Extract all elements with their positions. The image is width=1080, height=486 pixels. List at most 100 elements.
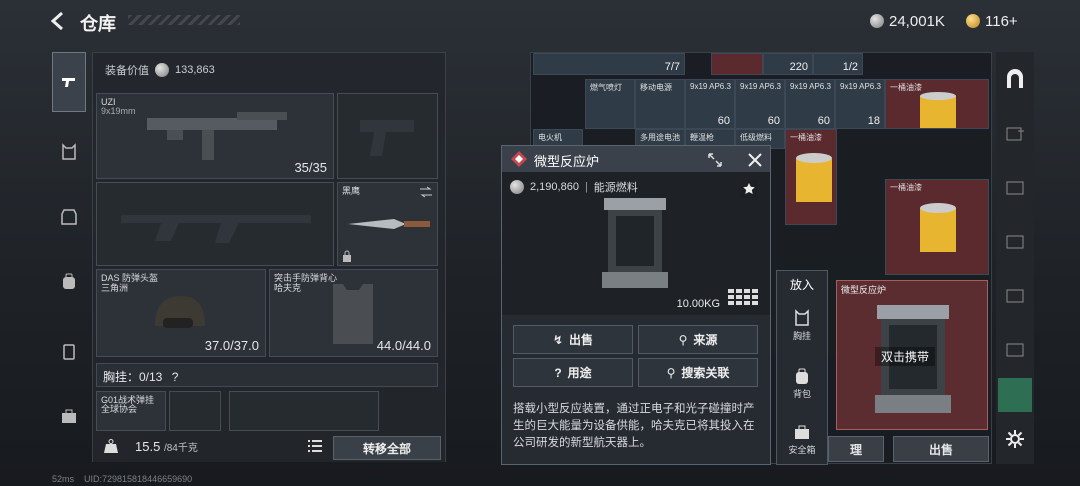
pouch-icon — [63, 344, 75, 360]
item-name: 9x19 AP6.3 — [740, 82, 781, 91]
tab-chest-rig[interactable] — [52, 132, 86, 172]
storage-arch-icon[interactable] — [1004, 68, 1026, 90]
storage-item[interactable]: 220 — [763, 53, 813, 75]
storage-item[interactable] — [711, 53, 763, 75]
helmet-sub: 三角洲 — [101, 283, 129, 293]
usage-button[interactable]: ? 用途 — [513, 358, 633, 387]
put-into-safe-box[interactable]: 安全箱 — [777, 423, 827, 456]
melee-name: 黑鹰 — [342, 186, 361, 196]
magnifier-icon: ⚲ — [666, 365, 676, 380]
help-icon[interactable]: ? — [172, 370, 179, 384]
expand-icon[interactable] — [707, 152, 723, 168]
armor-slot[interactable]: 突击手防弹背心 哈夫克 44.0/44.0 — [269, 269, 438, 357]
storage-item[interactable]: 7/7 — [533, 53, 685, 75]
tab-backpack[interactable] — [52, 262, 86, 302]
pistol-placeholder-icon — [360, 120, 414, 156]
search-related-label: 搜索关联 — [681, 366, 730, 380]
storage-item[interactable]: 一桶油漆 — [785, 129, 837, 225]
container-tab-active[interactable] — [998, 378, 1032, 412]
equipment-panel: 装备价值 133,863 UZI 9x19mm 35/35 黑鹰 DAS 防弹头… — [92, 52, 446, 462]
rig-slot-2[interactable] — [169, 391, 221, 431]
storage-item[interactable]: 一桶油漆 — [885, 79, 989, 129]
storage-item[interactable]: 移动电源 — [635, 79, 685, 129]
popup-title: 微型反应炉 — [534, 154, 600, 169]
item-name: 移动电源 — [640, 83, 672, 92]
tab-pouch[interactable] — [52, 332, 86, 372]
tab-safe-box[interactable] — [52, 397, 86, 437]
usage-label: 用途 — [567, 366, 592, 380]
equipment-value: 装备价值 133,863 — [105, 62, 215, 78]
item-quantity: 18 — [867, 115, 880, 127]
item-description: 搭载小型反应装置，通过正电子和光子碰撞时产生的巨大能量为设备供能，哈夫克已将其投… — [513, 403, 755, 449]
put-into-backpack[interactable]: 背包 — [777, 367, 827, 400]
top-bar: 仓库 24,001K 116+ — [0, 0, 1080, 44]
popup-header: 微型反应炉 — [502, 146, 770, 172]
armor-icon — [61, 209, 77, 225]
weight-max: /84千克 — [163, 443, 198, 454]
container-icon[interactable] — [1004, 284, 1026, 306]
put-into-chest-rig[interactable]: 胸挂 — [777, 309, 827, 342]
rifle-placeholder-icon — [121, 215, 311, 243]
container-icon[interactable] — [1004, 230, 1026, 252]
paint-bucket-icon — [920, 203, 956, 252]
storage-item[interactable]: 9x19 AP6.3 18 — [835, 79, 885, 129]
search-related-button[interactable]: ⚲ 搜索关联 — [638, 358, 758, 387]
weapon-caliber: 9x19mm — [101, 106, 136, 116]
settings-gear-icon[interactable] — [1004, 428, 1026, 450]
briefcase-icon — [62, 409, 76, 423]
put-into-title: 放入 — [789, 278, 814, 292]
selected-item-slot[interactable]: 微型反应炉 双击携带 — [836, 280, 988, 430]
equipment-value-amount: 133,863 — [175, 64, 215, 76]
weight-icon — [104, 439, 118, 453]
item-quantity: 1/2 — [842, 61, 858, 73]
transfer-all-button[interactable]: 转移全部 — [333, 436, 441, 460]
right-icon-rail — [996, 52, 1034, 464]
backpack-icon — [796, 368, 808, 384]
item-name: 9x19 AP6.3 — [690, 82, 731, 91]
tab-weapons[interactable] — [52, 52, 86, 112]
put-into-backpack-label: 背包 — [792, 389, 811, 399]
sell-button[interactable]: ↯ 出售 — [513, 325, 633, 354]
uzi-icon — [147, 112, 287, 160]
storage-item[interactable]: 燃气喷灯 — [585, 79, 635, 129]
organize-button[interactable]: 理 — [828, 436, 884, 462]
list-icon[interactable] — [307, 439, 323, 453]
magnifier-icon: ⚲ — [678, 332, 688, 347]
favorite-star-icon[interactable] — [740, 180, 758, 198]
back-arrow-icon[interactable] — [48, 10, 70, 32]
container-icon[interactable] — [1004, 338, 1026, 360]
gold-currency[interactable]: 116+ — [966, 10, 1018, 32]
swap-icon[interactable] — [419, 186, 433, 198]
helmet-icon — [155, 296, 205, 328]
chest-rig-label: 胸挂：0/13 — [103, 370, 163, 384]
divider: | — [584, 181, 588, 193]
storage-item[interactable]: 9x19 AP6.3 60 — [785, 79, 835, 129]
uid: UID:729815818446659690 — [84, 474, 193, 484]
sell-button-bottom[interactable]: 出售 — [893, 436, 989, 462]
sell-label: 出售 — [569, 333, 594, 347]
storage-item[interactable]: 9x19 AP6.3 60 — [685, 79, 735, 129]
storage-item[interactable]: 一桶油漆 — [885, 179, 989, 275]
source-button[interactable]: ⚲ 来源 — [638, 325, 758, 354]
vest-icon — [62, 143, 76, 160]
tab-armor[interactable] — [52, 197, 86, 237]
rig-item-slot[interactable]: G01战术弹挂 全球协会 — [96, 391, 166, 431]
rig-slot-3[interactable] — [229, 391, 379, 431]
rifle-slot[interactable] — [96, 182, 334, 266]
helmet-slot[interactable]: DAS 防弹头盔 三角洲 37.0/37.0 — [96, 269, 266, 357]
close-icon[interactable] — [746, 151, 764, 169]
storage-item[interactable]: 9x19 AP6.3 60 — [735, 79, 785, 129]
secondary-weapon-slot[interactable] — [337, 93, 438, 179]
melee-slot[interactable]: 黑鹰 — [337, 182, 438, 266]
storage-item[interactable]: 1/2 — [813, 53, 863, 75]
item-name: 9x19 AP6.3 — [840, 82, 881, 91]
silver-amount: 24,001K — [889, 12, 945, 30]
primary-weapon-slot[interactable]: UZI 9x19mm 35/35 — [96, 93, 334, 179]
page-title: 仓库 — [80, 14, 116, 34]
container-icon[interactable] — [1004, 176, 1026, 198]
item-quantity: 7/7 — [664, 61, 680, 73]
add-container-icon[interactable] — [1004, 122, 1026, 144]
briefcase-icon — [795, 425, 809, 439]
status-bar: 52ms UID:729815818446659690 — [52, 474, 192, 484]
armor-durability: 44.0/44.0 — [376, 338, 431, 353]
